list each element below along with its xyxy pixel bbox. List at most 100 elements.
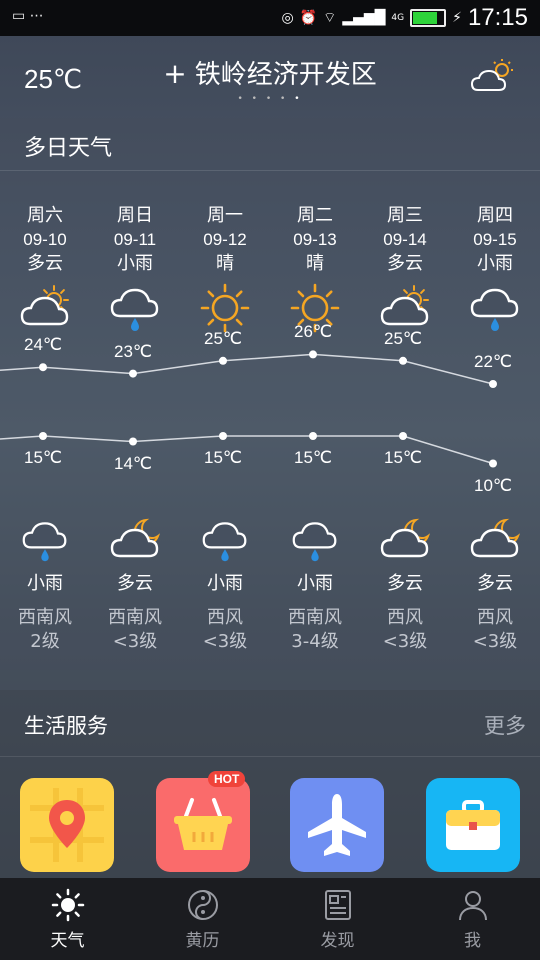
low-temp-point <box>489 459 497 468</box>
network-label: 4G <box>391 13 405 23</box>
low-temp-label: 15℃ <box>23 448 62 467</box>
wind-level: <3级 <box>112 631 158 652</box>
city-selector[interactable]: + 铁岭经济开发区 <box>0 54 540 91</box>
high-temp-point <box>309 350 317 359</box>
forecast-night-column: 多云 西风 <3级 <box>450 516 540 654</box>
partly-cloudy-moon-icon <box>90 516 180 564</box>
map-app-button[interactable] <box>20 778 114 872</box>
tab-discover[interactable]: 发现 <box>270 878 405 960</box>
night-weather: 小雨 <box>27 573 63 594</box>
forecast-day-column: 周日 09-11 小雨 <box>90 204 180 334</box>
day-weather: 多云 <box>27 253 63 274</box>
date: 09-12 <box>203 230 247 249</box>
date: 09-10 <box>23 230 67 249</box>
notification-icons: ▭ ⋯ <box>12 8 44 24</box>
bottom-tab-bar: 天气 黄历 发现 我 <box>0 878 540 960</box>
status-icons: ◎ ⏰ ⌔ ▂▄▆█ 4G ⚡ 17:15 <box>281 4 528 32</box>
partly-cloudy-moon-icon <box>360 516 450 564</box>
wind-level: <3级 <box>382 631 428 652</box>
wind-direction: 西风 <box>387 607 423 628</box>
weekday: 周一 <box>207 205 243 226</box>
day-weather: 多云 <box>387 253 423 274</box>
more-link[interactable]: 更多 <box>484 710 526 740</box>
wind-direction: 西南风 <box>18 607 72 628</box>
forecast-header: 多日天气 <box>0 118 540 171</box>
person-icon <box>458 891 487 921</box>
day-weather: 晴 <box>306 253 324 274</box>
high-temp-point <box>399 356 407 365</box>
forecast-day-column: 周一 09-12 晴 <box>180 204 270 334</box>
page-indicator: • • • • • <box>237 94 303 104</box>
partly-cloudy-moon-icon <box>450 516 540 564</box>
weekday: 周六 <box>27 205 63 226</box>
alarm-icon: ⏰ <box>299 10 318 26</box>
rain-icon <box>270 516 360 564</box>
tab-weather[interactable]: 天气 <box>0 878 135 960</box>
rain-icon <box>90 282 180 334</box>
multi-day-forecast: 多日天气 周六 09-10 多云 小雨 西南风 2级 周日 09-11 小雨 多云 西南风 <3级 周一… <box>0 118 540 670</box>
forecast-title: 多日天气 <box>24 136 113 161</box>
sun-icon <box>180 282 270 334</box>
wind-direction: 西风 <box>477 607 513 628</box>
status-bar: ▭ ⋯ ◎ ⏰ ⌔ ▂▄▆█ 4G ⚡ 17:15 <box>0 0 540 36</box>
wind-level: <3级 <box>472 631 518 652</box>
battery-icon <box>410 9 447 27</box>
wifi-icon: ⌔ <box>323 10 337 26</box>
high-temp-label: 24℃ <box>23 335 62 355</box>
high-temp-point <box>489 380 497 388</box>
signal-icon: ▂▄▆█ <box>342 10 386 26</box>
flight-app-button[interactable] <box>290 778 384 872</box>
wind-direction: 西南风 <box>288 607 342 628</box>
hot-badge: HOT <box>208 771 246 787</box>
forecast-night-column: 小雨 西风 <3级 <box>180 516 270 654</box>
partly-cloudy-sun-icon[interactable] <box>470 58 518 98</box>
tab-discover-label: 发现 <box>320 931 355 951</box>
low-temp-label: 10℃ <box>473 475 512 495</box>
day-weather: 小雨 <box>117 253 153 274</box>
life-services: 生活服务 更多 HOT <box>0 690 540 880</box>
services-header: 生活服务 更多 <box>0 690 540 757</box>
forecast-day-column: 周三 09-14 多云 <box>360 204 450 334</box>
low-temp-point <box>129 437 137 446</box>
news-icon <box>324 890 351 920</box>
high-temp-label: 25℃ <box>383 328 422 348</box>
low-temp-point <box>399 432 407 440</box>
charging-icon: ⚡ <box>452 10 462 26</box>
night-weather: 小雨 <box>297 573 333 594</box>
forecast-night-column: 多云 西风 <3级 <box>360 516 450 654</box>
briefcase-icon <box>446 800 500 850</box>
wind-level: 3-4级 <box>291 631 339 652</box>
clock: 17:15 <box>467 4 528 31</box>
low-temp-point <box>39 432 47 440</box>
weekday: 周三 <box>387 205 423 226</box>
add-city-icon[interactable]: + <box>163 57 186 90</box>
tab-me[interactable]: 我 <box>405 878 540 960</box>
rain-icon <box>180 516 270 564</box>
low-temp-label: 15℃ <box>383 448 422 467</box>
tab-weather-label: 天气 <box>50 931 85 951</box>
day-weather: 晴 <box>216 253 234 274</box>
high-temp-point <box>129 369 137 378</box>
shopping-app-button[interactable] <box>156 778 250 872</box>
low-temp-label: 15℃ <box>293 448 332 467</box>
work-app-button[interactable] <box>426 778 520 872</box>
yin-yang-icon <box>187 890 218 920</box>
wind-direction: 西风 <box>207 607 243 628</box>
high-temp-line <box>0 353 494 385</box>
rain-icon <box>0 516 90 564</box>
tab-almanac[interactable]: 黄历 <box>135 878 270 960</box>
weekday: 周日 <box>117 205 153 226</box>
header: 25℃ + 铁岭经济开发区 • • • • • <box>0 36 540 118</box>
forecast-night-column: 多云 西南风 <3级 <box>90 516 180 654</box>
low-temp-label: 15℃ <box>203 448 242 467</box>
services-title: 生活服务 <box>24 714 108 738</box>
day-weather: 小雨 <box>477 253 513 274</box>
forecast-day-column: 周二 09-13 晴 <box>270 204 360 334</box>
date: 09-14 <box>383 230 427 249</box>
date: 09-15 <box>473 230 517 249</box>
date: 09-11 <box>113 230 157 249</box>
wind-level: <3级 <box>202 631 248 652</box>
low-temp-point <box>309 432 317 440</box>
high-temp-point <box>39 363 47 372</box>
map-pin-icon <box>30 788 104 862</box>
